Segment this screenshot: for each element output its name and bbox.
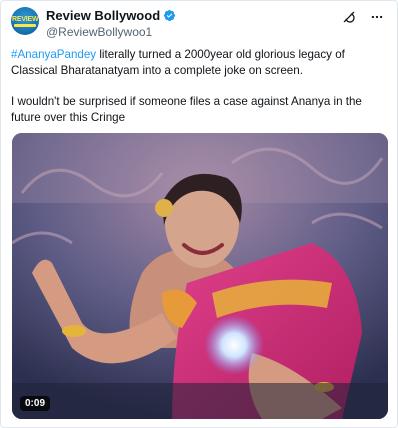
tweet-paragraph-2: I wouldn't be surprised if someone files… (11, 95, 362, 125)
display-name[interactable]: Review Bollywood (46, 8, 160, 23)
user-handle[interactable]: @ReviewBollywoo1 (46, 25, 152, 39)
video-frame (12, 133, 388, 419)
name-row: Review Bollywood (46, 8, 176, 23)
avatar[interactable]: REVIEW (11, 7, 39, 35)
tweet-card[interactable]: REVIEW Review Bollywood @ReviewBollywoo1 (0, 0, 398, 428)
hashtag-link[interactable]: #AnanyaPandey (11, 48, 96, 61)
avatar-logo-text: REVIEW (12, 16, 39, 23)
verified-badge-icon (163, 9, 176, 22)
tweet-header: REVIEW Review Bollywood @ReviewBollywoo1 (11, 7, 389, 41)
video-player[interactable]: 0:09 (12, 133, 388, 419)
video-duration-badge: 0:09 (20, 396, 51, 411)
tweet-text: #AnanyaPandey literally turned a 2000yea… (11, 47, 391, 142)
grok-icon[interactable] (341, 9, 357, 25)
header-actions (341, 9, 385, 25)
tweet-paragraph-1: #AnanyaPandey literally turned a 2000yea… (11, 47, 391, 79)
more-icon[interactable] (369, 9, 385, 25)
avatar-band (14, 24, 36, 27)
